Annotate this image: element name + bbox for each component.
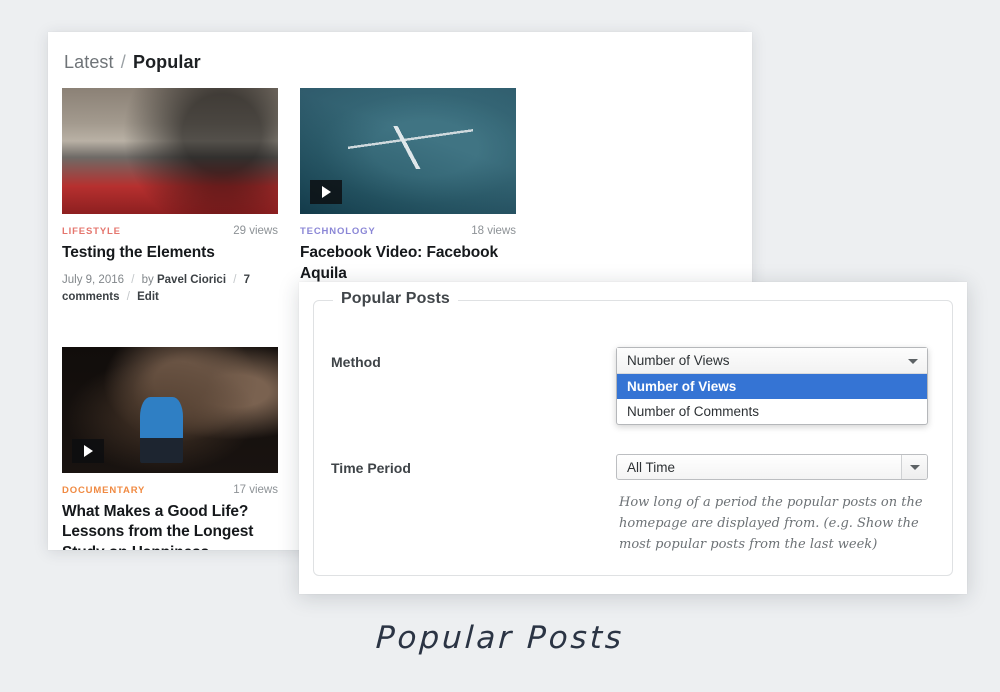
post-title[interactable]: Facebook Video: Facebook Aquila (300, 243, 516, 284)
method-option-number-of-views[interactable]: Number of Views (617, 374, 927, 399)
method-option-number-of-comments[interactable]: Number of Comments (617, 399, 927, 424)
byline-separator: / (126, 290, 130, 303)
play-icon-glyph (83, 444, 93, 457)
post-card[interactable]: LIFESTYLE 29 views Testing the Elements … (62, 88, 278, 327)
post-thumbnail[interactable] (62, 88, 278, 214)
post-category[interactable]: LIFESTYLE (62, 215, 121, 237)
method-label: Method (331, 354, 381, 370)
post-meta-row: LIFESTYLE 29 views (62, 214, 278, 237)
post-by-prefix: by (141, 273, 154, 286)
fieldset-legend: Popular Posts (333, 290, 458, 308)
play-icon-glyph (321, 186, 331, 198)
post-title[interactable]: Testing the Elements (62, 243, 278, 264)
popular-posts-settings-modal: Popular Posts Method Number of Views Num… (299, 282, 967, 594)
post-thumbnail[interactable] (62, 346, 278, 473)
post-image (62, 88, 278, 214)
blog-tab-bar: Latest / Popular (48, 32, 752, 73)
method-select-value: Number of Views (627, 353, 730, 368)
post-category[interactable]: TECHNOLOGY (300, 215, 376, 237)
time-period-select[interactable]: All Time (616, 454, 928, 480)
play-icon[interactable] (72, 438, 104, 463)
play-icon[interactable] (310, 180, 342, 204)
screenshot-root: Latest / Popular LIFESTYLE 29 views Test… (0, 0, 1000, 692)
post-meta-row: DOCUMENTARY 17 views (62, 473, 278, 496)
post-view-count: 18 views (471, 225, 516, 237)
time-period-select-value: All Time (627, 459, 676, 475)
tab-popular[interactable]: Popular (133, 52, 201, 72)
time-period-label: Time Period (331, 460, 411, 476)
byline-separator: / (233, 273, 237, 286)
post-view-count: 17 views (233, 483, 278, 496)
post-meta-row: TECHNOLOGY 18 views (300, 214, 516, 237)
chevron-down-icon (908, 358, 918, 364)
byline-separator: / (131, 273, 135, 286)
chevron-down-icon[interactable] (901, 455, 927, 479)
page-caption: Popular Posts (374, 620, 626, 656)
post-date: July 9, 2016 (62, 273, 125, 286)
post-card[interactable]: DOCUMENTARY 17 views What Makes a Good L… (62, 346, 278, 550)
method-select-current[interactable]: Number of Views (617, 348, 927, 374)
post-byline: July 9, 2016 / by Pavel Ciorici / 7 comm… (62, 272, 278, 307)
method-select[interactable]: Number of Views Number of Views Number o… (616, 347, 928, 425)
time-period-help-text: How long of a period the popular posts o… (619, 495, 923, 553)
tab-latest[interactable]: Latest (64, 52, 114, 72)
post-edit-link[interactable]: Edit (137, 291, 159, 303)
post-thumbnail[interactable] (300, 88, 516, 214)
post-view-count: 29 views (233, 225, 278, 237)
post-author[interactable]: Pavel Ciorici (157, 274, 226, 286)
tab-separator: / (120, 52, 126, 72)
post-category[interactable]: DOCUMENTARY (62, 474, 145, 496)
post-title[interactable]: What Makes a Good Life? Lessons from the… (62, 502, 278, 550)
